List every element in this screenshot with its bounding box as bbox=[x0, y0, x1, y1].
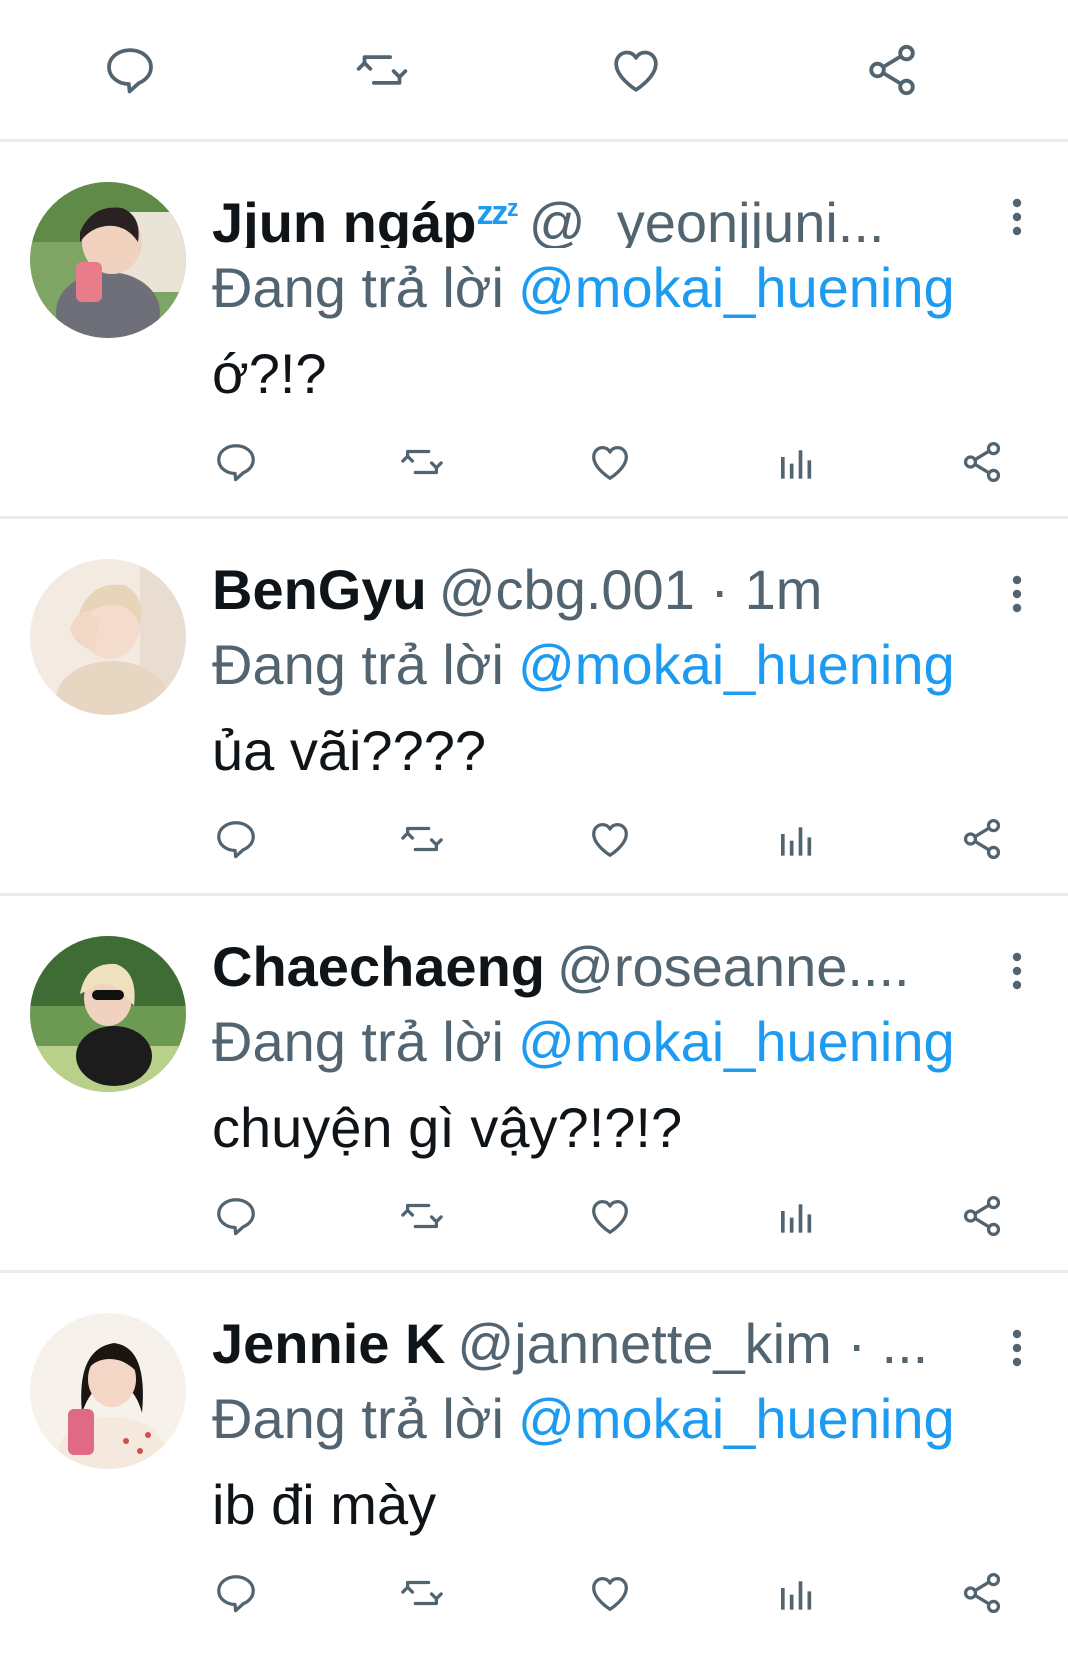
tweet-header: Jennie K @jannette_kim · ... bbox=[212, 1309, 972, 1379]
more-options-icon[interactable] bbox=[1000, 1323, 1034, 1373]
user-handle[interactable]: @cbg.001 · 1m bbox=[439, 558, 823, 621]
tweet-item[interactable]: Jennie K @jannette_kim · ... Đang trả lời… bbox=[0, 1273, 1068, 1650]
like-icon[interactable] bbox=[580, 1186, 640, 1246]
tweet-actions bbox=[0, 809, 1068, 869]
analytics-icon[interactable] bbox=[766, 1186, 826, 1246]
reply-mention[interactable]: @mokai_huening bbox=[518, 1010, 955, 1073]
more-options-icon[interactable] bbox=[1000, 569, 1034, 619]
retweet-icon[interactable] bbox=[392, 1563, 452, 1623]
like-icon[interactable] bbox=[580, 1563, 640, 1623]
tweet-text: chuyện gì vậy?!?!? bbox=[212, 1096, 683, 1159]
reply-prefix: Đang trả lời bbox=[212, 256, 504, 319]
retweet-icon[interactable] bbox=[392, 809, 452, 869]
more-options-icon[interactable] bbox=[1000, 192, 1034, 242]
top-action-bar bbox=[0, 0, 1068, 142]
like-icon[interactable] bbox=[580, 809, 640, 869]
reply-context: Đang trả lời @mokai_huening bbox=[212, 1379, 1052, 1459]
retweet-icon[interactable] bbox=[392, 432, 452, 492]
avatar[interactable] bbox=[30, 1313, 186, 1469]
more-options-icon[interactable] bbox=[1000, 946, 1034, 996]
reply-icon[interactable] bbox=[206, 809, 266, 869]
tweet-text: ib đi mày bbox=[212, 1473, 437, 1536]
avatar[interactable] bbox=[30, 182, 186, 338]
tweet-actions bbox=[0, 432, 1068, 492]
retweet-icon[interactable] bbox=[392, 1186, 452, 1246]
avatar[interactable] bbox=[30, 936, 186, 1092]
tweet-header: BenGyu @cbg.001 · 1m bbox=[212, 555, 972, 625]
tweet-item[interactable]: Jjun ngápzzᶻ @_yeonjjuni... Đang trả lời @… bbox=[0, 142, 1068, 519]
tweet-text: ủa vãi???? bbox=[212, 719, 487, 782]
display-name[interactable]: Jennie K bbox=[212, 1312, 445, 1375]
sleep-zz-icon: zzᶻ bbox=[476, 194, 518, 232]
reply-context: Đang trả lời @mokai_huening bbox=[212, 1002, 1052, 1082]
reply-mention[interactable]: @mokai_huening bbox=[518, 1387, 955, 1450]
display-name[interactable]: Jjun ngáp bbox=[212, 191, 476, 248]
share-icon[interactable] bbox=[952, 432, 1012, 492]
tweet-header: Chaechaeng @roseanne.... bbox=[212, 932, 972, 1002]
reply-icon[interactable] bbox=[206, 1186, 266, 1246]
tweet-item[interactable]: Chaechaeng @roseanne.... Đang trả lời @mok… bbox=[0, 896, 1068, 1273]
share-icon[interactable] bbox=[862, 40, 922, 100]
share-icon[interactable] bbox=[952, 1563, 1012, 1623]
analytics-icon[interactable] bbox=[766, 809, 826, 869]
reply-prefix: Đang trả lời bbox=[212, 1010, 504, 1073]
reply-context: Đang trả lời @mokai_huening bbox=[212, 248, 1052, 328]
analytics-icon[interactable] bbox=[766, 1563, 826, 1623]
tweet-text: ớ?!? bbox=[212, 342, 327, 405]
analytics-icon[interactable] bbox=[766, 432, 826, 492]
reply-prefix: Đang trả lời bbox=[212, 1387, 504, 1450]
tweet-actions bbox=[0, 1186, 1068, 1246]
share-icon[interactable] bbox=[952, 1186, 1012, 1246]
user-handle[interactable]: @roseanne.... bbox=[557, 935, 910, 998]
tweet-item[interactable]: BenGyu @cbg.001 · 1m Đang trả lời @mokai_h… bbox=[0, 519, 1068, 896]
like-icon[interactable] bbox=[580, 432, 640, 492]
reply-icon[interactable] bbox=[206, 1563, 266, 1623]
user-handle[interactable]: @jannette_kim · ... bbox=[457, 1312, 928, 1375]
display-name[interactable]: Chaechaeng bbox=[212, 935, 545, 998]
share-icon[interactable] bbox=[952, 809, 1012, 869]
avatar[interactable] bbox=[30, 559, 186, 715]
display-name[interactable]: BenGyu bbox=[212, 558, 427, 621]
reply-prefix: Đang trả lời bbox=[212, 633, 504, 696]
reply-icon[interactable] bbox=[100, 40, 160, 100]
reply-mention[interactable]: @mokai_huening bbox=[518, 633, 955, 696]
tweet-header: Jjun ngápzzᶻ @_yeonjjuni... bbox=[212, 178, 972, 248]
retweet-icon[interactable] bbox=[352, 40, 412, 100]
reply-context: Đang trả lời @mokai_huening bbox=[212, 625, 1052, 705]
reply-icon[interactable] bbox=[206, 432, 266, 492]
user-handle[interactable]: @_yeonjjuni... bbox=[529, 191, 885, 248]
reply-mention[interactable]: @mokai_huening bbox=[518, 256, 955, 319]
like-icon[interactable] bbox=[606, 40, 666, 100]
tweet-actions bbox=[0, 1563, 1068, 1623]
